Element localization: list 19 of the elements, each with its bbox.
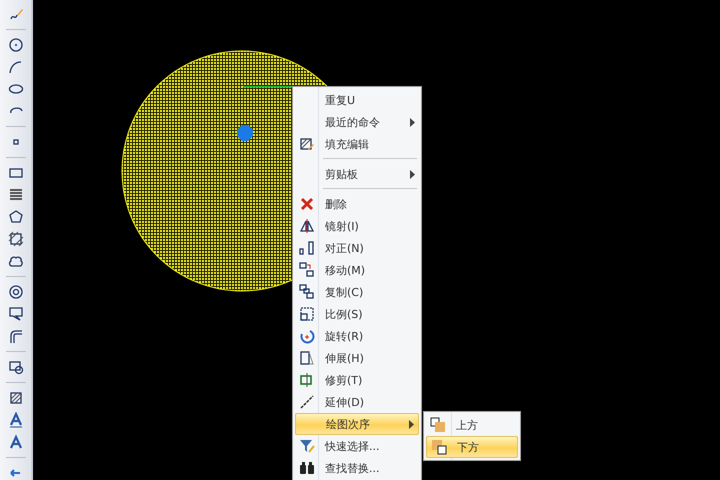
menu-item[interactable]: 复制(C) <box>295 281 419 303</box>
menu-item[interactable]: 对正(N) <box>295 237 419 259</box>
menu-item[interactable]: 查找替换... <box>295 457 419 479</box>
menu-item[interactable]: 下方 <box>426 436 518 458</box>
menu-item[interactable]: 重复U <box>295 89 419 111</box>
menu-item[interactable]: 快速选择... <box>295 435 419 457</box>
menu-item[interactable]: 镜射(I) <box>295 215 419 237</box>
menu-item[interactable]: 填充编辑 <box>295 133 419 155</box>
menu-item[interactable]: 伸展(H) <box>295 347 419 369</box>
menu-item[interactable]: 修剪(T) <box>295 369 419 391</box>
menu-item[interactable]: 上方 <box>426 414 518 436</box>
menu-item[interactable]: 旋转(R) <box>295 325 419 347</box>
menu-item[interactable]: 延伸(D) <box>295 391 419 413</box>
menu-item[interactable]: 删除 <box>295 193 419 215</box>
menu-item[interactable]: 最近的命令 <box>295 111 419 133</box>
menu-item[interactable]: 移动(M) <box>295 259 419 281</box>
menu-item[interactable]: 剪贴板 <box>295 163 419 185</box>
menu-item[interactable]: 比例(S) <box>295 303 419 325</box>
menu-item[interactable]: 绘图次序 <box>295 413 419 435</box>
